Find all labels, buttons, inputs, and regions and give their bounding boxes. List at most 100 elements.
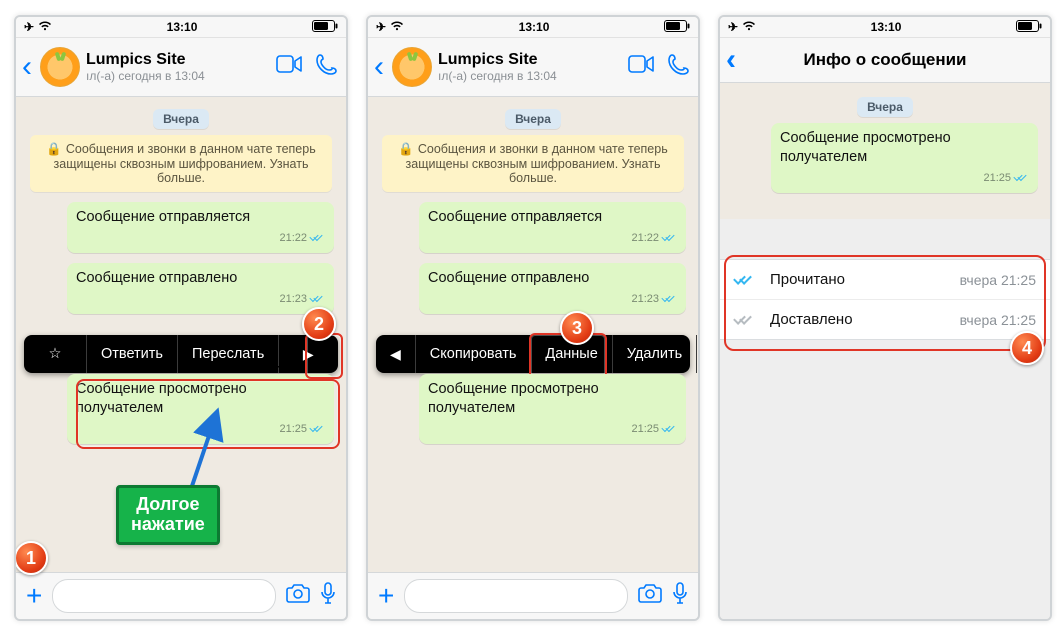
wifi-icon: [390, 20, 404, 34]
video-call-icon[interactable]: [276, 53, 302, 81]
message-info-list: Прочитано вчера 21:25 Доставлено вчера 2…: [720, 259, 1050, 340]
battery-icon: [664, 20, 690, 35]
voice-call-icon[interactable]: [668, 53, 690, 81]
camera-button[interactable]: [286, 583, 310, 609]
ios-status-bar: ✈ 13:10: [16, 17, 346, 38]
info-row-read: Прочитано вчера 21:25: [720, 260, 1050, 300]
status-time: 13:10: [519, 20, 550, 34]
context-menu-forward[interactable]: Переслать: [178, 335, 279, 373]
status-time: 13:10: [167, 20, 198, 34]
battery-icon: [312, 20, 338, 35]
message-bubble-2[interactable]: Сообщение отправлено 21:23: [67, 263, 334, 314]
day-chip: Вчера: [505, 109, 561, 129]
read-ticks-icon: [1014, 173, 1030, 183]
delivered-ticks-icon: [734, 313, 760, 327]
message-input[interactable]: [404, 579, 628, 613]
annotation-callout: Долгое нажатие: [116, 485, 220, 545]
contact-avatar[interactable]: [392, 47, 432, 87]
voice-record-button[interactable]: [672, 582, 688, 610]
message-bubble-2[interactable]: Сообщение отправлено 21:23: [419, 263, 686, 314]
annotation-badge-4: 4: [1010, 331, 1044, 365]
chat-navbar: ‹ Lumpics Site ıл(-а) сегодня в 13:04: [368, 38, 698, 97]
message-bubble-3[interactable]: Сообщение просмотрено получателем 21:25: [67, 374, 334, 444]
message-text: Сообщение просмотрено получателем: [780, 130, 951, 165]
voice-record-button[interactable]: [320, 582, 336, 610]
encryption-text: Сообщения и звонки в данном чате теперь …: [406, 142, 668, 185]
message-text: Сообщение просмотрено получателем: [76, 381, 247, 416]
message-text: Сообщение отправляется: [428, 209, 602, 225]
battery-icon: [1016, 20, 1042, 35]
message-input-bar: +: [368, 572, 698, 619]
read-ticks-icon: [662, 233, 678, 243]
chat-title-block[interactable]: Lumpics Site ıл(-а) сегодня в 13:04: [438, 51, 622, 83]
message-time: 21:23: [279, 293, 307, 305]
context-menu-more[interactable]: ▶: [697, 335, 698, 373]
back-button[interactable]: ‹: [372, 52, 386, 82]
airplane-mode-icon: ✈: [24, 20, 34, 34]
chat-body[interactable]: Вчера 🔒Сообщения и звонки в данном чате …: [16, 97, 346, 583]
annotation-badge-3: 3: [560, 311, 594, 345]
chat-navbar: ‹ Lumpics Site ıл(-а) сегодня в 13:04: [16, 38, 346, 97]
message-bubble-1[interactable]: Сообщение отправляется 21:22: [419, 202, 686, 253]
message-text: Сообщение отправлено: [428, 270, 589, 286]
callout-line: Долгое: [131, 494, 205, 514]
read-ticks-icon: [310, 424, 326, 434]
message-input-bar: +: [16, 572, 346, 619]
info-message-bubble: Сообщение просмотрено получателем 21:25: [771, 123, 1038, 193]
ios-status-bar: ✈ 13:10: [368, 17, 698, 38]
contact-avatar[interactable]: [40, 47, 80, 87]
chat-body[interactable]: Вчера 🔒Сообщения и звонки в данном чате …: [368, 97, 698, 583]
chat-title: Lumpics Site: [86, 51, 270, 69]
encryption-text: Сообщения и звонки в данном чате теперь …: [54, 142, 316, 185]
context-menu-star[interactable]: ☆: [24, 335, 87, 373]
read-ticks-icon: [662, 424, 678, 434]
context-menu-more[interactable]: ▶: [279, 335, 337, 373]
info-body: Вчера Сообщение просмотрено получателем …: [720, 83, 1050, 621]
read-ticks-icon: [734, 273, 760, 287]
context-menu-reply[interactable]: Ответить: [87, 335, 178, 373]
attach-button[interactable]: +: [26, 580, 42, 612]
message-time: 21:22: [279, 232, 307, 244]
encryption-notice[interactable]: 🔒Сообщения и звонки в данном чате теперь…: [30, 135, 332, 192]
wifi-icon: [742, 20, 756, 34]
context-menu-prev[interactable]: ◀: [376, 335, 416, 373]
chat-title: Lumpics Site: [438, 51, 622, 69]
chat-subtitle: ıл(-а) сегодня в 13:04: [438, 69, 622, 83]
context-menu-copy[interactable]: Скопировать: [416, 335, 532, 373]
phone-screenshot-2: ✈ 13:10 ‹ Lumpics Site ıл(-а) сегодня в …: [366, 15, 700, 621]
info-row-delivered: Доставлено вчера 21:25: [720, 300, 1050, 339]
context-menu: ◀ Скопировать Данные Удалить ▶: [376, 335, 690, 373]
info-delivered-time: вчера 21:25: [960, 312, 1036, 328]
attach-button[interactable]: +: [378, 580, 394, 612]
info-navbar: ‹ Инфо о сообщении: [720, 38, 1050, 83]
lock-icon: 🔒: [398, 142, 414, 156]
message-text: Сообщение отправляется: [76, 209, 250, 225]
chat-title-block[interactable]: Lumpics Site ıл(-а) сегодня в 13:04: [86, 51, 270, 83]
back-button[interactable]: ‹: [20, 52, 34, 82]
message-text: Сообщение отправлено: [76, 270, 237, 286]
message-time: 21:22: [631, 232, 659, 244]
encryption-notice[interactable]: 🔒Сообщения и звонки в данном чате теперь…: [382, 135, 684, 192]
video-call-icon[interactable]: [628, 53, 654, 81]
message-time: 21:23: [631, 293, 659, 305]
status-time: 13:10: [871, 20, 902, 34]
annotation-badge-2: 2: [302, 307, 336, 341]
lock-icon: 🔒: [46, 142, 62, 156]
ios-status-bar: ✈ 13:10: [720, 17, 1050, 38]
context-menu-delete[interactable]: Удалить: [613, 335, 697, 373]
voice-call-icon[interactable]: [316, 53, 338, 81]
message-bubble-1[interactable]: Сообщение отправляется 21:22: [67, 202, 334, 253]
callout-line: нажатие: [131, 514, 205, 534]
phone-screenshot-1: ✈ 13:10 ‹ Lumpics Site ıл(-а) сегодня в …: [14, 15, 348, 621]
airplane-mode-icon: ✈: [728, 20, 738, 34]
message-input[interactable]: [52, 579, 276, 613]
camera-button[interactable]: [638, 583, 662, 609]
chat-subtitle: ıл(-а) сегодня в 13:04: [86, 69, 270, 83]
annotation-badge-1: 1: [14, 541, 48, 575]
back-button[interactable]: ‹: [726, 38, 736, 82]
read-ticks-icon: [310, 233, 326, 243]
day-chip: Вчера: [857, 97, 913, 117]
info-read-label: Прочитано: [770, 271, 960, 288]
message-time: 21:25: [279, 423, 307, 435]
message-bubble-3[interactable]: Сообщение просмотрено получателем 21:25: [419, 374, 686, 444]
